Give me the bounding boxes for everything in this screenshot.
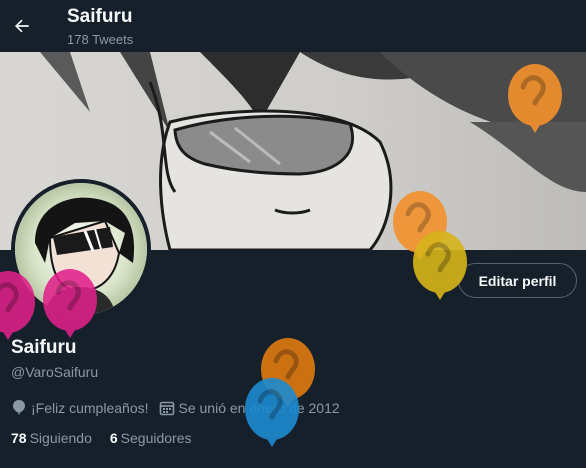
balloon-icon <box>13 400 25 415</box>
arrow-left-icon <box>15 19 29 33</box>
back-button[interactable] <box>6 10 38 42</box>
profile-header: Saifuru 178 Tweets <box>0 0 586 52</box>
following-link[interactable]: 78 Siguiendo <box>11 430 92 446</box>
following-count: 78 <box>11 430 27 446</box>
followers-count: 6 <box>109 430 118 446</box>
followers-link[interactable]: 6 Seguidores <box>110 430 192 446</box>
edit-profile-button[interactable]: Editar perfil <box>458 263 577 298</box>
profile-name: Saifuru <box>11 337 77 358</box>
avatar[interactable] <box>11 179 151 319</box>
tweet-count: 178 Tweets <box>67 32 134 47</box>
follow-stats: 78 Siguiendo 6 Seguidores <box>11 430 209 446</box>
followers-label: Seguidores <box>120 430 192 446</box>
balloon-orange-low <box>261 338 315 407</box>
profile-handle: @VaroSaifuru <box>11 364 99 380</box>
profile-meta: ¡Feliz cumpleaños! Se unió en enero de 2… <box>11 399 350 417</box>
birthday-info: ¡Feliz cumpleaños! <box>11 399 149 417</box>
page-title: Saifuru <box>67 6 133 27</box>
birthday-text: ¡Feliz cumpleaños! <box>31 400 149 416</box>
joined-info: Se unió en enero de 2012 <box>159 400 340 416</box>
joined-text: Se unió en enero de 2012 <box>178 400 340 416</box>
following-label: Siguiendo <box>29 430 92 446</box>
calendar-icon <box>159 401 174 416</box>
